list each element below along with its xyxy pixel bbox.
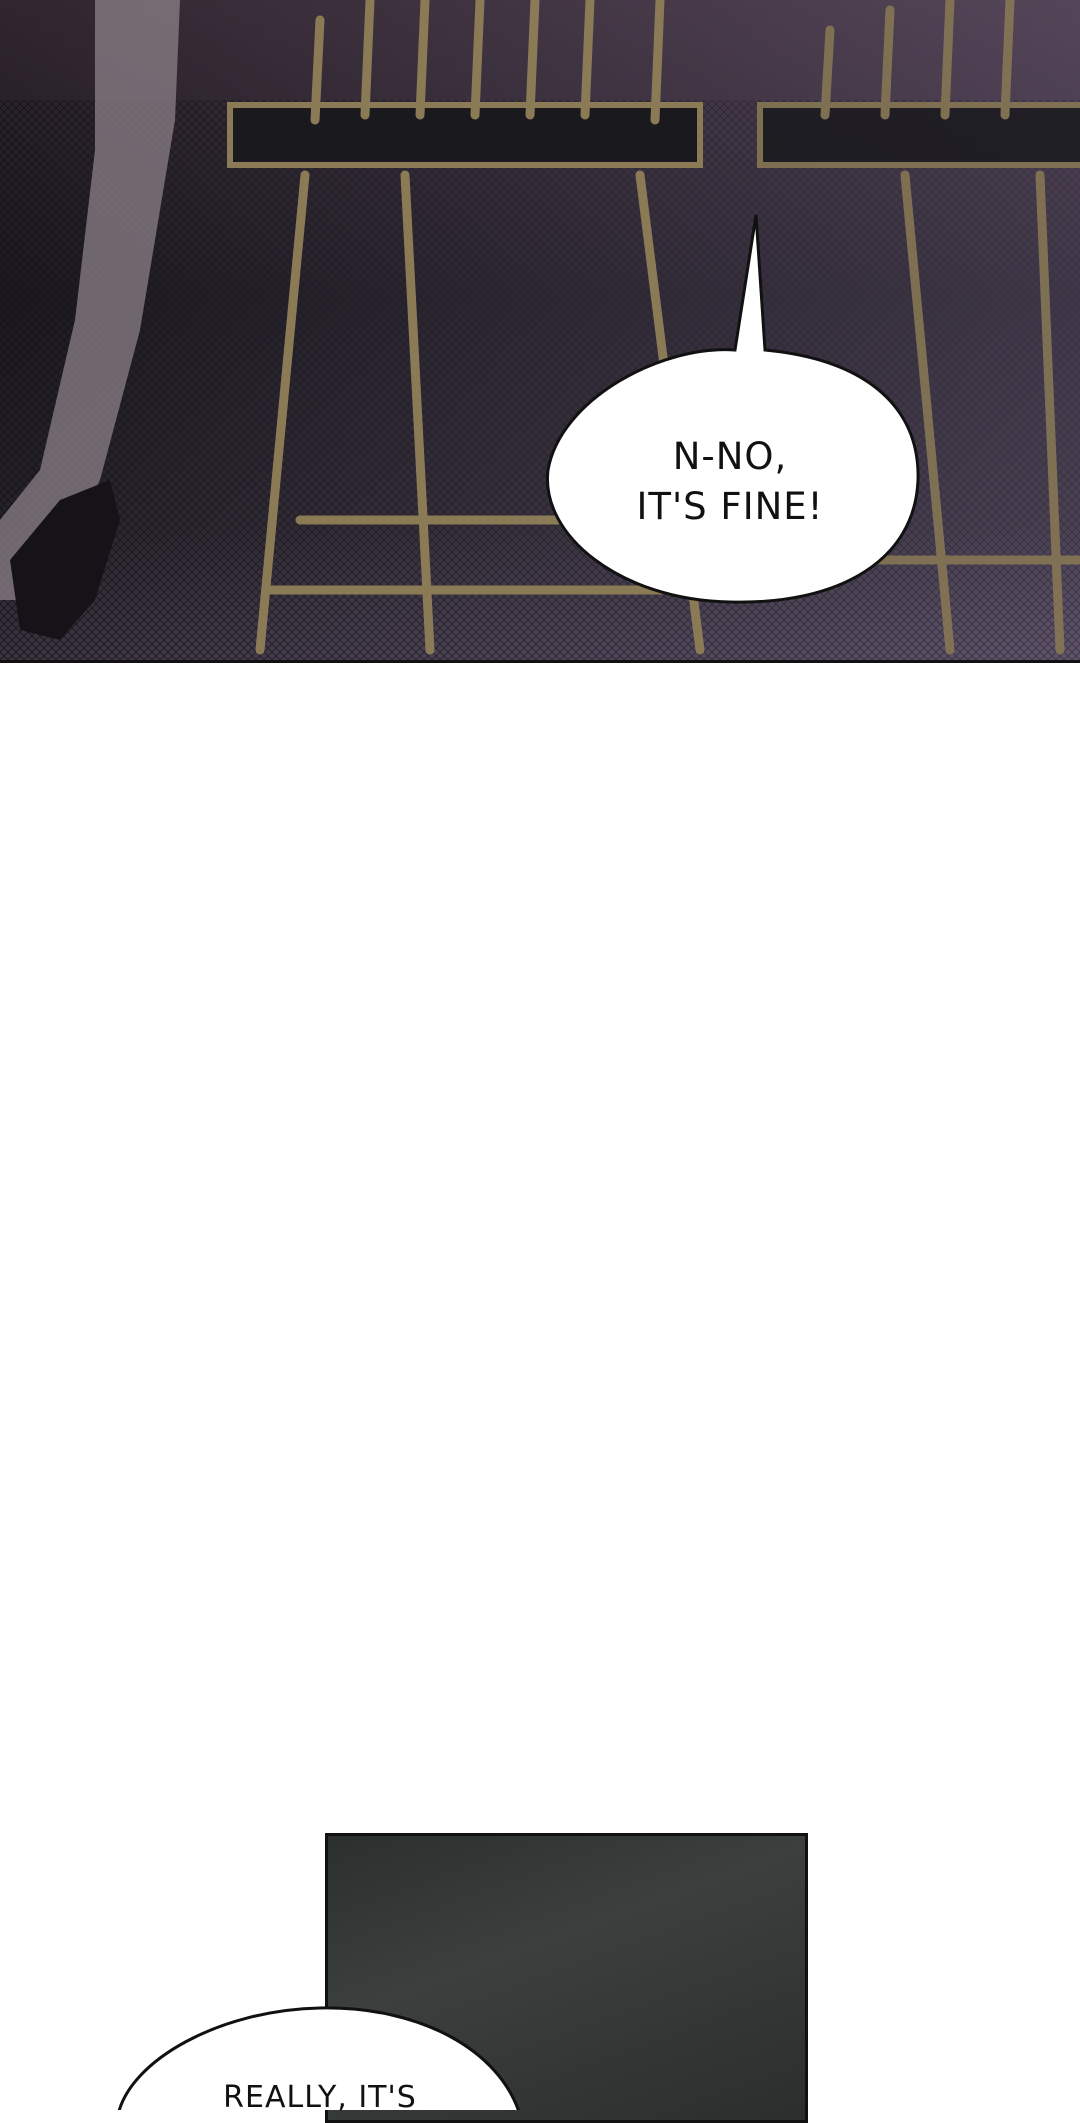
panel-illustration <box>0 0 1080 660</box>
comic-panel-top: N-NO, IT'S FINE! <box>0 0 1080 663</box>
speech-bubble-1-text: N-NO, IT'S FINE! <box>636 435 824 528</box>
speech-bubble-2-text: REALLY, IT'S <box>223 2080 417 2115</box>
